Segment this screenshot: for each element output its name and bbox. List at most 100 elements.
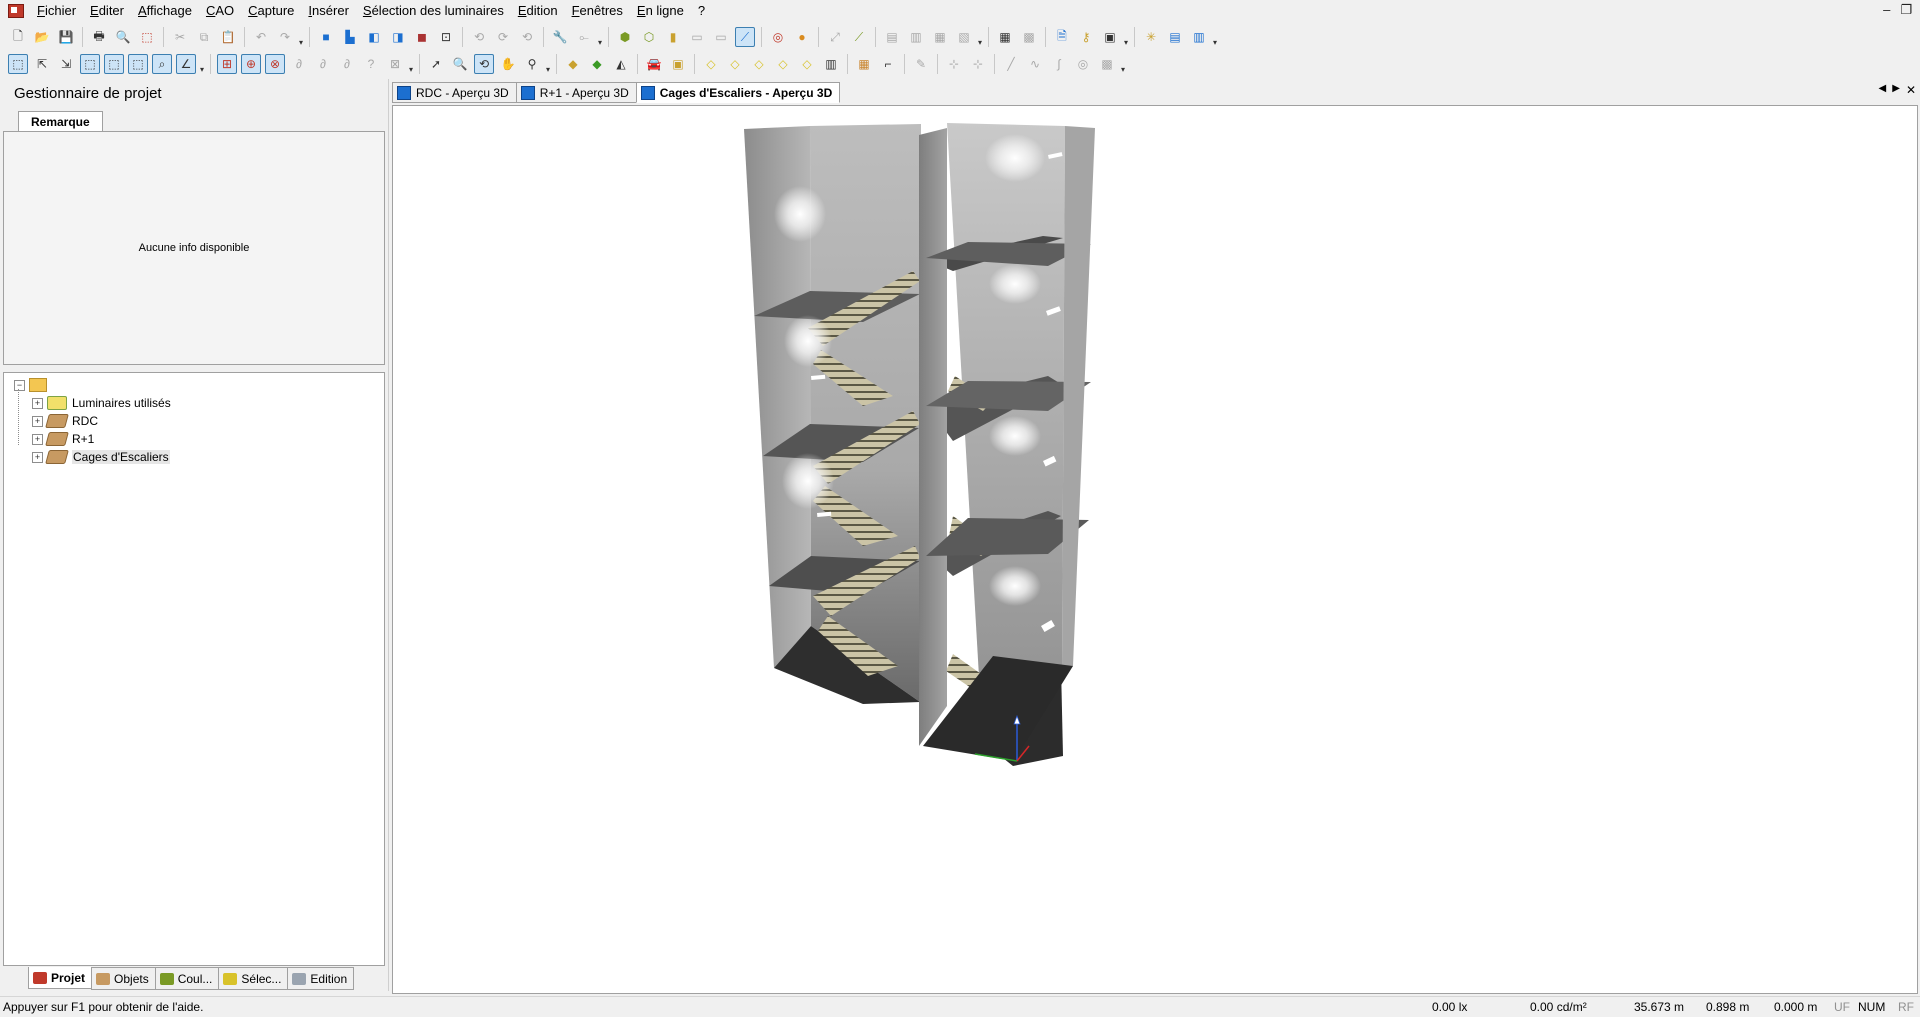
undo-icon[interactable]: ↶ <box>251 27 271 47</box>
polyline-icon[interactable]: ∿ <box>1025 54 1045 74</box>
view-side-icon[interactable]: ◧ <box>364 27 384 47</box>
tool-j-icon[interactable]: ▥ <box>906 27 926 47</box>
view-front-icon[interactable]: ◨ <box>388 27 408 47</box>
shape-f-icon[interactable]: ▥ <box>821 54 841 74</box>
tool-m-icon[interactable]: ▩ <box>1019 27 1039 47</box>
expand-icon[interactable]: + <box>32 433 43 445</box>
select-area-icon[interactable]: ⬚ <box>128 54 148 74</box>
view-render-icon[interactable]: ◼ <box>412 27 432 47</box>
paste-icon[interactable]: 📋 <box>218 27 238 47</box>
tool-i-icon[interactable]: ▤ <box>882 27 902 47</box>
menu-inserer[interactable]: Insérer <box>301 0 355 22</box>
collapse-icon[interactable]: − <box>14 379 25 391</box>
snap-point-icon[interactable]: ⊕ <box>241 54 261 74</box>
tree-item-luminaires[interactable]: + Luminaires utilisés <box>32 394 171 412</box>
chevron-down-icon[interactable]: ▾ <box>596 27 604 47</box>
car-icon[interactable]: 🚘 <box>644 54 664 74</box>
print-preview-icon[interactable]: 🔍 <box>113 27 133 47</box>
copy-icon[interactable]: ⧉ <box>194 27 214 47</box>
select-object-icon[interactable]: ⬚ <box>80 54 100 74</box>
select-rotate-icon[interactable]: ⇲ <box>56 54 76 74</box>
tool-k-icon[interactable]: ▦ <box>930 27 950 47</box>
tree-root[interactable]: − <box>14 376 51 394</box>
minimize-icon[interactable]: ‒ <box>1883 2 1890 18</box>
tool-h-icon[interactable]: ⟋ <box>849 27 869 47</box>
box-icon[interactable]: ▣ <box>668 54 688 74</box>
select-zoom-icon[interactable]: ⌕ <box>152 54 172 74</box>
line-icon[interactable]: ╱ <box>1001 54 1021 74</box>
furniture-icon[interactable]: ▮ <box>663 27 683 47</box>
zoom-fit-icon[interactable]: ⊡ <box>436 27 456 47</box>
restore-icon[interactable]: ❐ <box>1900 2 1912 18</box>
draw-icon[interactable]: ⟋ <box>735 27 755 47</box>
circle-icon[interactable]: ◎ <box>1073 54 1093 74</box>
shape-a-icon[interactable]: ◇ <box>701 54 721 74</box>
window-split-v-icon[interactable]: ▥ <box>1189 27 1209 47</box>
tool-e-icon[interactable]: ▭ <box>687 27 707 47</box>
tree-item-rdc[interactable]: + RDC <box>32 412 98 430</box>
chevron-down-icon[interactable]: ▾ <box>1122 27 1130 47</box>
chevron-down-icon[interactable]: ▾ <box>1119 54 1127 74</box>
pan-icon[interactable]: ✋ <box>498 54 518 74</box>
menu-selection-luminaires[interactable]: Sélection des luminaires <box>356 0 511 22</box>
document-icon[interactable]: 🗎 <box>1052 27 1072 47</box>
tab-objets[interactable]: Objets <box>91 967 156 990</box>
target-icon[interactable]: ◎ <box>768 27 788 47</box>
curve-icon[interactable]: ∫ <box>1049 54 1069 74</box>
tool-c-icon[interactable]: ⟲ <box>517 27 537 47</box>
tab-prev-icon[interactable]: ◀ <box>1879 83 1887 97</box>
wrench-icon[interactable]: 🔧 <box>550 27 570 47</box>
hatch-icon[interactable]: ▩ <box>1097 54 1117 74</box>
menu-help[interactable]: ? <box>691 0 712 22</box>
new-file-icon[interactable]: 🗋 <box>8 27 28 47</box>
tab-selection[interactable]: Sélec... <box>218 967 289 990</box>
orbit-icon[interactable]: ⟲ <box>474 54 494 74</box>
select-move-icon[interactable]: ⇱ <box>32 54 52 74</box>
pointer-icon[interactable]: ➚ <box>426 54 446 74</box>
shape-b-icon[interactable]: ◇ <box>725 54 745 74</box>
tool-n-icon[interactable]: ✎ <box>911 54 931 74</box>
snap-b-icon[interactable]: ∂ <box>313 54 333 74</box>
key-icon[interactable]: ⚷ <box>1076 27 1096 47</box>
room-icon[interactable]: ⬢ <box>615 27 635 47</box>
expand-icon[interactable]: + <box>32 397 43 409</box>
expand-icon[interactable]: + <box>32 415 43 427</box>
snap-a-icon[interactable]: ∂ <box>289 54 309 74</box>
tab-r1-apercu-3d[interactable]: R+1 - Aperçu 3D <box>515 82 637 103</box>
texture-icon[interactable]: ▦ <box>854 54 874 74</box>
tab-edition[interactable]: Edition <box>287 967 355 990</box>
chevron-down-icon[interactable]: ▾ <box>198 54 206 74</box>
tree-item-r1[interactable]: + R+1 <box>32 430 94 448</box>
3d-viewport[interactable] <box>392 105 1918 994</box>
chevron-down-icon[interactable]: ▾ <box>407 54 415 74</box>
tool-a-icon[interactable]: ⟲ <box>469 27 489 47</box>
tab-next-icon[interactable]: ▶ <box>1892 83 1900 97</box>
menu-edition[interactable]: Edition <box>511 0 565 22</box>
view-3d-icon[interactable]: ■ <box>316 27 336 47</box>
menu-capture[interactable]: Capture <box>241 0 301 22</box>
open-folder-icon[interactable]: 📂 <box>32 27 52 47</box>
save-icon[interactable]: 💾 <box>56 27 76 47</box>
expand-icon[interactable]: + <box>32 451 43 463</box>
arrow-tool-icon[interactable]: ◭ <box>611 54 631 74</box>
snap-grid-icon[interactable]: ⊞ <box>217 54 237 74</box>
shape-d-icon[interactable]: ◇ <box>773 54 793 74</box>
measure-icon[interactable]: ⌐ <box>878 54 898 74</box>
shape-e-icon[interactable]: ◇ <box>797 54 817 74</box>
chevron-down-icon[interactable]: ▾ <box>297 27 305 47</box>
select-icon[interactable]: ⬚ <box>8 54 28 74</box>
tool-f-icon[interactable]: ▭ <box>711 27 731 47</box>
snap-d-icon[interactable]: ? <box>361 54 381 74</box>
cut-icon[interactable]: ✂ <box>170 27 190 47</box>
walk-icon[interactable]: ⚲ <box>522 54 542 74</box>
menu-editer[interactable]: Editer <box>83 0 131 22</box>
menu-fenetres[interactable]: Fenêtres <box>565 0 630 22</box>
tab-cages-escaliers-apercu-3d[interactable]: Cages d'Escaliers - Aperçu 3D <box>635 82 841 103</box>
app-icon[interactable] <box>8 4 24 18</box>
tool-l-icon[interactable]: ▧ <box>954 27 974 47</box>
chevron-down-icon[interactable]: ▾ <box>544 54 552 74</box>
window-split-h-icon[interactable]: ▤ <box>1165 27 1185 47</box>
print-icon[interactable]: 🖶 <box>89 27 109 47</box>
tab-couleurs[interactable]: Coul... <box>154 967 220 990</box>
shape-c-icon[interactable]: ◇ <box>749 54 769 74</box>
